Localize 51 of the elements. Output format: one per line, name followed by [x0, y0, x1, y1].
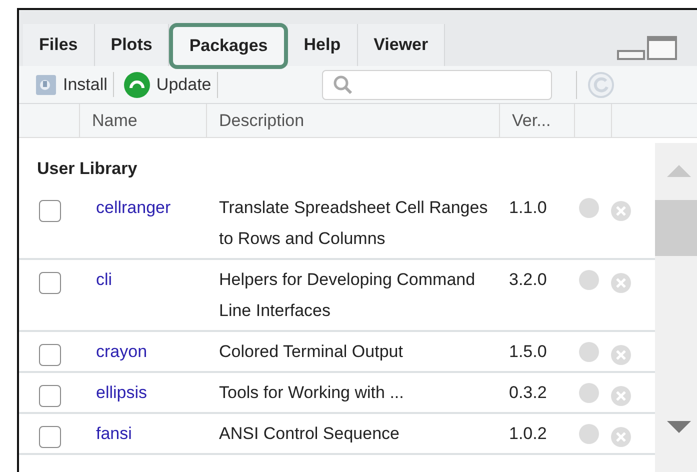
tab[interactable]: Help [288, 24, 358, 66]
website-icon[interactable] [579, 342, 599, 362]
tab[interactable]: Files [23, 24, 95, 66]
remove-icon[interactable] [611, 344, 631, 364]
checkbox[interactable] [39, 272, 61, 294]
column-header[interactable]: Description [219, 108, 304, 134]
package-version: 1.1.0 [509, 198, 547, 216]
column-header[interactable]: Ver... [512, 108, 551, 134]
package-description: ANSI Control Sequence [219, 424, 400, 442]
package-description: Helpers for Developing Command Line Interfaces [219, 270, 476, 320]
install-icon [35, 74, 57, 96]
scroll-up-icon[interactable] [667, 165, 691, 177]
remove-icon[interactable] [611, 272, 631, 292]
update-icon [124, 72, 150, 98]
website-icon[interactable] [579, 270, 599, 290]
checkbox[interactable] [39, 200, 61, 222]
search-field[interactable] [322, 70, 552, 100]
scroll-thumb[interactable] [655, 200, 697, 256]
checkbox[interactable] [39, 344, 61, 366]
package-link[interactable]: cli [96, 270, 112, 288]
website-icon[interactable] [579, 198, 599, 218]
package-version: 1.5.0 [509, 342, 547, 360]
package-version: 0.3.2 [509, 382, 547, 402]
checkbox[interactable] [39, 426, 61, 448]
install-button[interactable]: Install [35, 72, 114, 98]
minimize-icon[interactable] [617, 50, 645, 60]
website-icon[interactable] [579, 382, 599, 402]
remove-icon[interactable] [611, 426, 631, 446]
package-description: Translate Spreadsheet Cell Ranges to Rows and Columns [219, 198, 488, 248]
package-link[interactable]: ellipsis [96, 382, 148, 402]
package-version: 3.2.0 [509, 270, 547, 288]
refresh-icon[interactable] [587, 70, 616, 98]
package-link[interactable]: fansi [96, 424, 132, 442]
package-description: Tools for Working with ... [219, 382, 404, 402]
package-version: 1.0.2 [509, 424, 547, 442]
tab[interactable]: Viewer [358, 24, 446, 66]
column-header[interactable]: Name [92, 108, 138, 134]
scroll-down-icon[interactable] [667, 421, 691, 433]
tab[interactable]: Plots [94, 24, 170, 66]
remove-icon[interactable] [611, 200, 631, 220]
package-link[interactable]: crayon [96, 342, 148, 360]
section-heading: User Library [36, 158, 138, 180]
package-description: Colored Terminal Output [219, 342, 403, 360]
checkbox[interactable] [39, 384, 61, 406]
website-icon[interactable] [579, 424, 599, 444]
update-button[interactable]: Update [124, 72, 218, 98]
remove-icon[interactable] [611, 386, 631, 406]
maximize-icon[interactable] [647, 36, 677, 60]
search-icon [333, 74, 354, 94]
tab[interactable]: Packages [169, 23, 288, 69]
package-link[interactable]: cellranger [96, 198, 171, 216]
